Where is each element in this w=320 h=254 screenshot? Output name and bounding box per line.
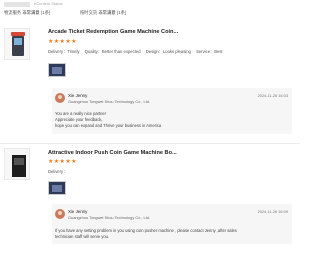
reply-date: 2024-11-26 16:03 (257, 93, 288, 98)
product-thumbnail[interactable] (4, 148, 30, 180)
filter-on-time[interactable]: 按时交货 非常满意 (1条) (80, 10, 126, 16)
review-attributes: Delivery： (48, 169, 68, 174)
reply-text-line: Appreciate your feedback, (55, 117, 103, 122)
seller-name: Xie Jenny (68, 93, 88, 98)
review-item: Attractive Indoor Push Coin Game Machine… (0, 144, 300, 254)
rating-stars: ★★★★★ (48, 159, 77, 165)
reply-text-line: technician staff will serve you. (55, 234, 110, 239)
product-title[interactable]: Attractive Indoor Push Coin Game Machine… (48, 150, 177, 156)
review-attributes: Delivery：Timely Quality：Better than expe… (48, 49, 223, 54)
review-photo[interactable] (48, 181, 66, 195)
review-photo[interactable] (48, 63, 66, 77)
seller-reply: Xie Jenny Guangzhou Tongwei Shou Technol… (52, 88, 292, 134)
cabinet-screen (14, 38, 22, 45)
header-subtitle: eContent Status (34, 1, 63, 6)
reply-text-line: hope you can expand and Thrive your busi… (55, 123, 162, 128)
seller-name: Xie Jenny (68, 209, 88, 214)
rating-stars: ★★★★★ (48, 39, 77, 45)
cabinet-screen (14, 158, 24, 165)
seller-avatar (55, 93, 65, 103)
review-header: eContent Status 物流服务 非常满意 (1条) 按时交货 非常满意… (0, 0, 300, 24)
product-thumbnail[interactable] (4, 28, 30, 60)
seller-reply: Xie Jenny Guangzhou Tongwei Shou Technol… (52, 204, 292, 244)
filter-logistics[interactable]: 物流服务 非常满意 (1条) (4, 10, 50, 16)
reply-text-line: If you have any setting problem in you u… (55, 228, 237, 233)
product-title[interactable]: Arcade Ticket Redemption Game Machine Co… (48, 29, 178, 35)
seller-company: Guangzhou Tongwei Shou Technology Co., L… (68, 215, 151, 220)
review-item: Arcade Ticket Redemption Game Machine Co… (0, 24, 300, 144)
reply-date: 2024-11-26 16:09 (257, 209, 288, 214)
user-name-blurred (4, 2, 30, 7)
reply-text-line: You are a really nice partner (55, 111, 107, 116)
seller-avatar (55, 209, 65, 219)
seller-company: Guangzhou Tongwei Shou Technology Co., L… (68, 99, 151, 104)
